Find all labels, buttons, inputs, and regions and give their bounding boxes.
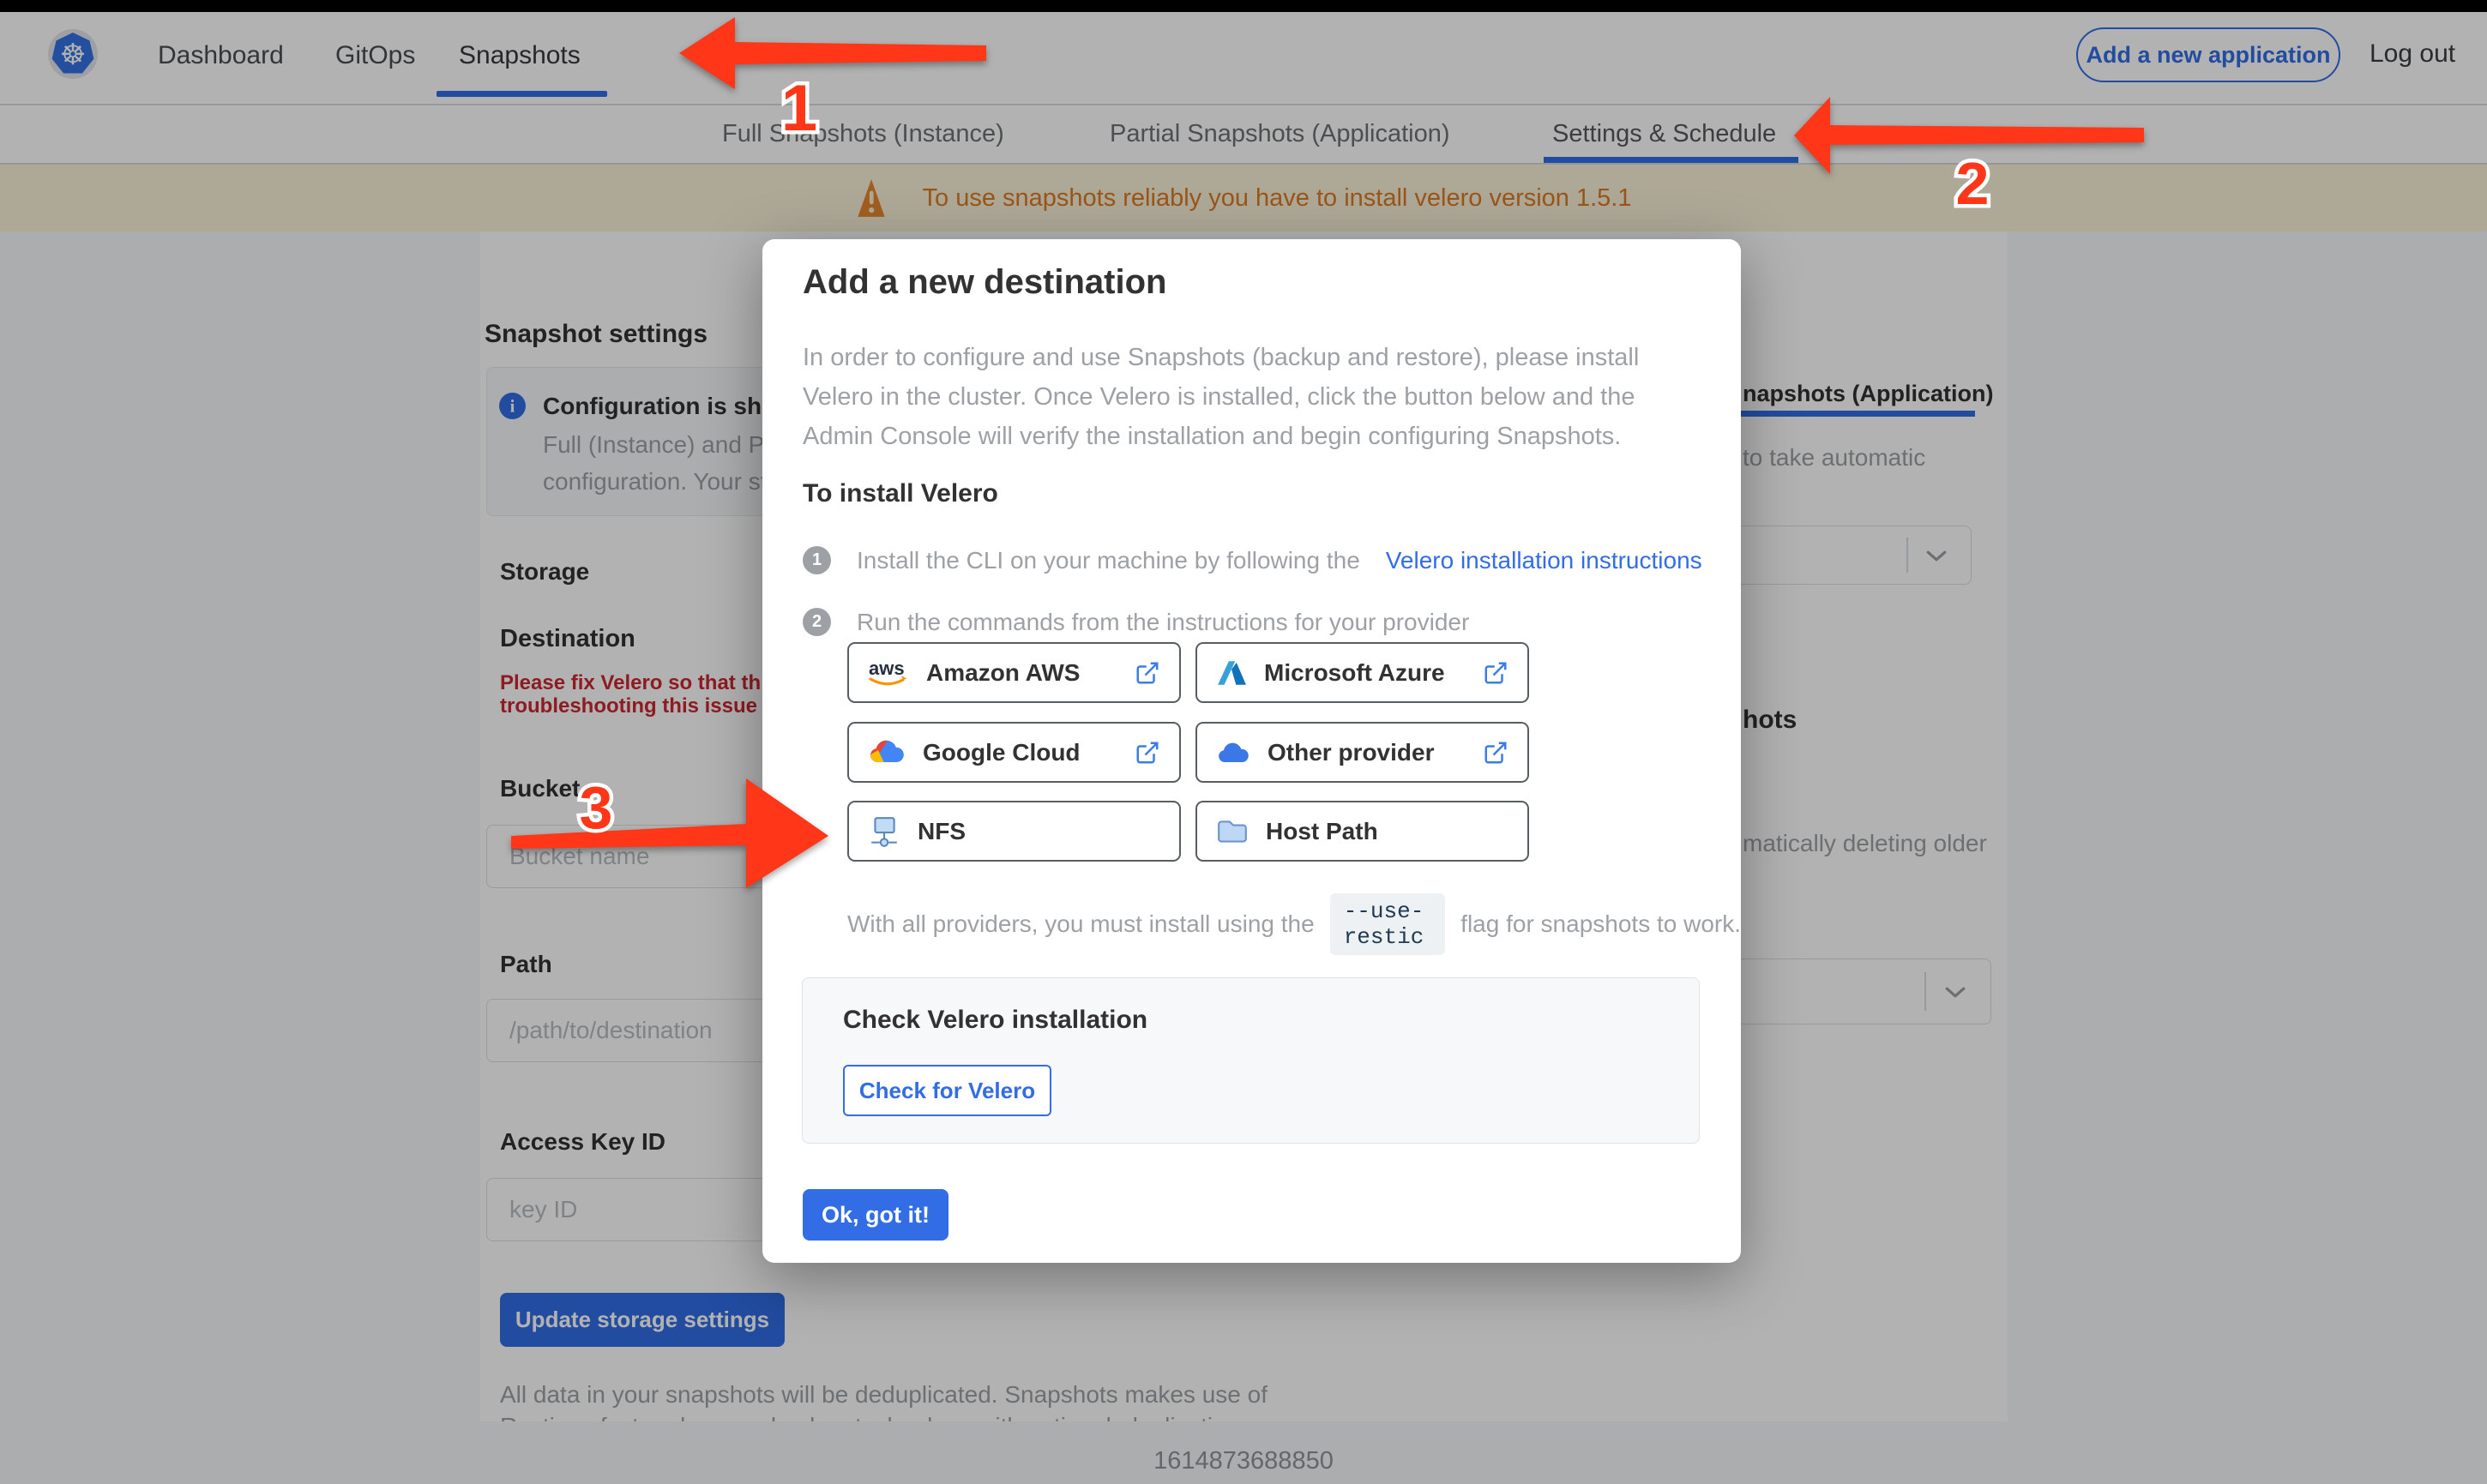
folder-icon <box>1216 818 1249 845</box>
restic-note: With all providers, you must install usi… <box>847 893 1741 955</box>
provider-label: Other provider <box>1268 739 1434 766</box>
provider-label: Amazon AWS <box>926 659 1080 687</box>
external-link-icon <box>1483 660 1508 686</box>
use-restic-flag-code: --use-restic <box>1330 893 1445 955</box>
provider-button-aws[interactable]: aws Amazon AWS <box>847 642 1181 703</box>
cloud-icon <box>1216 740 1250 766</box>
step-2-text: Run the commands from the instructions f… <box>857 609 1469 636</box>
modal-body-text: In order to configure and use Snapshots … <box>803 338 1671 456</box>
external-link-icon <box>1135 660 1160 686</box>
nfs-drive-icon <box>868 815 900 848</box>
provider-button-nfs[interactable]: NFS <box>847 801 1181 862</box>
provider-button-other[interactable]: Other provider <box>1195 722 1529 783</box>
aws-logo-icon: aws <box>868 658 909 688</box>
step-1-badge: 1 <box>803 546 831 574</box>
provider-label: NFS <box>918 818 966 845</box>
provider-button-azure[interactable]: Microsoft Azure <box>1195 642 1529 703</box>
ok-got-it-button[interactable]: Ok, got it! <box>803 1189 948 1241</box>
screen: ☸ Dashboard GitOps Snapshots Add a new a… <box>0 0 2487 1484</box>
azure-logo-icon <box>1216 658 1247 688</box>
google-cloud-logo-icon <box>868 739 906 766</box>
install-step-1: 1 Install the CLI on your machine by fol… <box>803 546 1702 574</box>
to-install-velero-heading: To install Velero <box>803 479 998 508</box>
external-link-icon <box>1483 740 1508 766</box>
step-1-text: Install the CLI on your machine by follo… <box>857 547 1360 574</box>
svg-text:aws: aws <box>869 658 905 679</box>
provider-button-host-path[interactable]: Host Path <box>1195 801 1529 862</box>
check-velero-title: Check Velero installation <box>843 1006 1147 1035</box>
install-step-2: 2 Run the commands from the instructions… <box>803 608 1469 636</box>
check-for-velero-button[interactable]: Check for Velero <box>843 1065 1051 1116</box>
provider-label: Google Cloud <box>923 739 1081 766</box>
modal-title: Add a new destination <box>803 263 1166 302</box>
restic-suffix: flag for snapshots to work. <box>1460 910 1741 938</box>
step-2-badge: 2 <box>803 608 831 636</box>
provider-label: Microsoft Azure <box>1264 659 1445 687</box>
external-link-icon <box>1135 740 1160 766</box>
provider-button-google-cloud[interactable]: Google Cloud <box>847 722 1181 783</box>
restic-prefix: With all providers, you must install usi… <box>847 910 1315 938</box>
add-destination-modal: Add a new destination In order to config… <box>762 239 1741 1263</box>
provider-label: Host Path <box>1266 818 1378 845</box>
velero-install-instructions-link[interactable]: Velero installation instructions <box>1386 547 1702 574</box>
check-velero-section: Check Velero installation Check for Vele… <box>802 977 1700 1144</box>
